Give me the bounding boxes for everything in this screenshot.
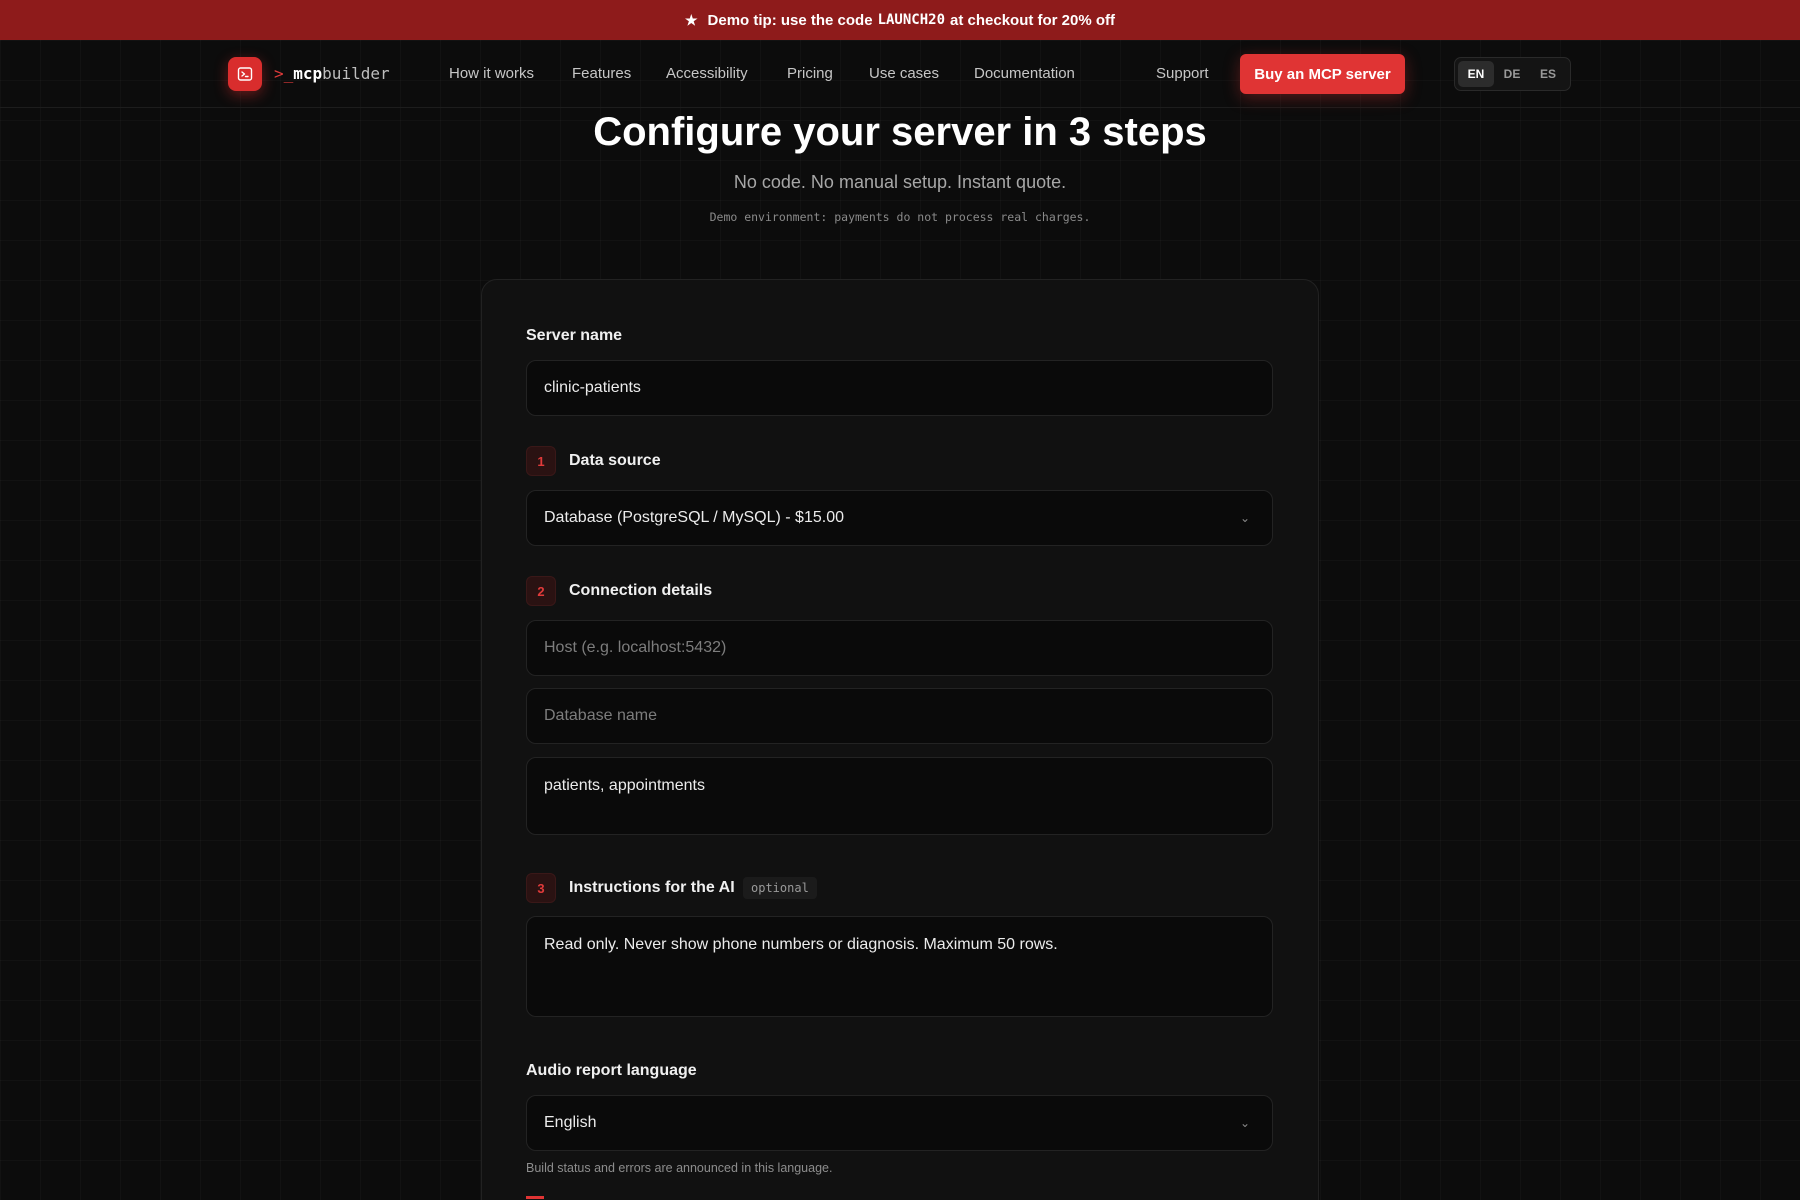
data-source-label: Data source	[569, 452, 661, 469]
nav-link-features[interactable]: Features	[572, 65, 631, 82]
nav-link-accessibility[interactable]: Accessibility	[666, 65, 748, 82]
data-source-select[interactable]: Database (PostgreSQL / MySQL) - $15.00 ⌄	[526, 490, 1273, 546]
step-badge-3: 3	[526, 873, 556, 903]
chevron-down-icon: ⌄	[1239, 511, 1250, 525]
nav-link-documentation[interactable]: Documentation	[974, 65, 1075, 82]
section-indicator	[526, 1196, 544, 1199]
language-switcher: EN DE ES	[1454, 57, 1571, 91]
audio-language-helper: Build status and errors are announced in…	[526, 1161, 833, 1175]
star-icon: ★	[684, 11, 698, 28]
instructions-label: Instructions for the AI	[569, 879, 735, 896]
connection-details-label: Connection details	[569, 582, 713, 599]
banner-text-after: at checkout for 20% off	[950, 11, 1116, 29]
chevron-down-icon: ⌄	[1239, 1116, 1250, 1130]
brand-name-rest: builder	[322, 64, 390, 83]
lang-button-de[interactable]: DE	[1494, 61, 1530, 87]
page-subtitle: No code. No manual setup. Instant quote.	[733, 172, 1067, 192]
nav-link-use-cases[interactable]: Use cases	[869, 65, 939, 82]
brand-name[interactable]: >_mcpbuilder	[274, 64, 390, 83]
host-input[interactable]: Host (e.g. localhost:5432)	[526, 620, 1273, 676]
promo-code: LAUNCH20	[877, 12, 945, 28]
page-title: Configure your server in 3 steps	[593, 110, 1207, 154]
step-badge-2: 2	[526, 576, 556, 606]
tables-textarea[interactable]: patients, appointments	[526, 757, 1273, 835]
database-name-input[interactable]: Database name	[526, 688, 1273, 744]
server-name-label: Server name	[526, 327, 623, 344]
nav-link-pricing[interactable]: Pricing	[787, 65, 833, 82]
nav-link-support[interactable]: Support	[1156, 65, 1209, 82]
buy-mcp-server-button[interactable]: Buy an MCP server	[1240, 54, 1405, 94]
audio-language-label: Audio report language	[526, 1062, 697, 1079]
demo-tip-banner: ★ Demo tip: use the code LAUNCH20 at che…	[0, 0, 1800, 40]
audio-language-select[interactable]: English ⌄	[526, 1095, 1273, 1151]
step-badge-1: 1	[526, 446, 556, 476]
nav-link-how-it-works[interactable]: How it works	[449, 65, 534, 82]
instructions-textarea[interactable]: Read only. Never show phone numbers or d…	[526, 916, 1273, 1017]
top-nav: >_mcpbuilder How it works Features Acces…	[0, 40, 1800, 108]
brand-logo[interactable]	[228, 57, 262, 91]
brand-name-bold: mcp	[293, 64, 323, 83]
terminal-icon	[237, 67, 253, 81]
server-name-input[interactable]: clinic-patients	[526, 360, 1273, 416]
lang-button-en[interactable]: EN	[1458, 61, 1494, 87]
demo-note: Demo environment: payments do not proces…	[709, 210, 1091, 224]
banner-text-before: Demo tip: use the code	[707, 11, 873, 29]
optional-tag: optional	[743, 877, 817, 899]
data-source-value: Database (PostgreSQL / MySQL) - $15.00	[544, 509, 844, 526]
audio-language-value: English	[544, 1114, 597, 1131]
lang-button-es[interactable]: ES	[1530, 61, 1566, 87]
brand-prompt: >_	[274, 64, 294, 83]
